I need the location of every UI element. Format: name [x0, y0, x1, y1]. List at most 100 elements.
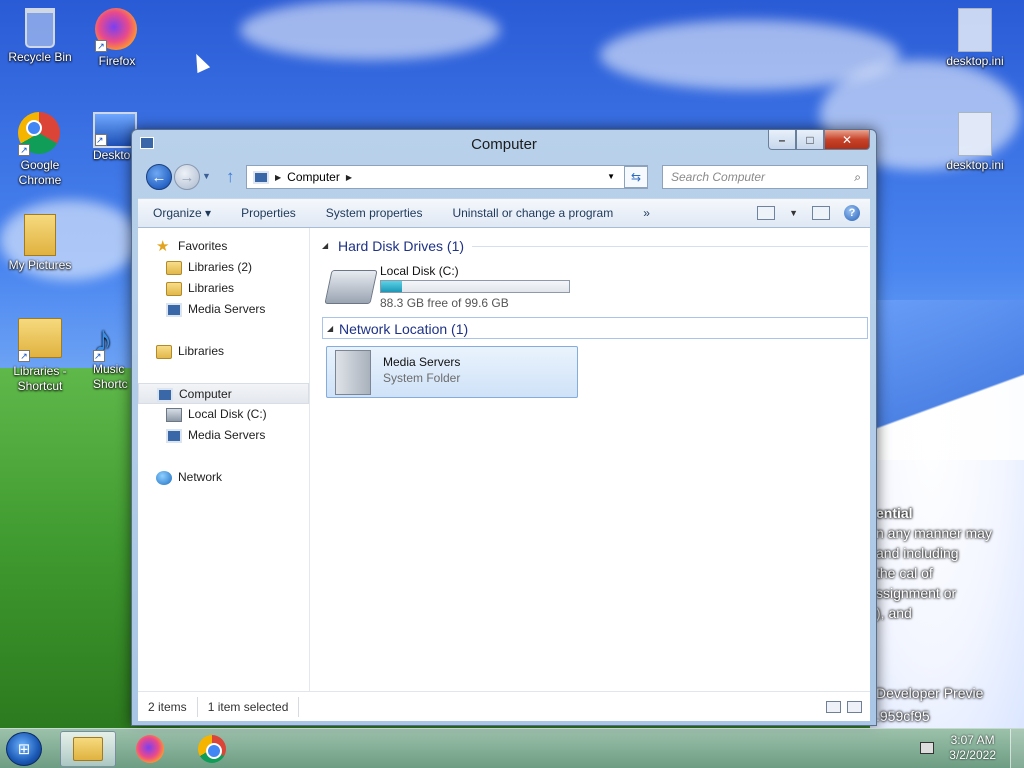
drive-name: Local Disk (C:)	[380, 264, 459, 278]
nav-favorites[interactable]: ★ Favorites	[138, 236, 309, 257]
nav-label: Libraries (2)	[188, 260, 253, 274]
window-body: ★ Favorites Libraries (2) Libraries Medi…	[138, 228, 870, 721]
search-input[interactable]: Search Computer ⌕	[662, 165, 868, 189]
group-network-location[interactable]: ◢ Network Location (1)	[322, 317, 868, 339]
file-list[interactable]: ◢ Hard Disk Drives (1) Local Disk (C:) 8…	[312, 228, 870, 691]
breadcrumb-chevron-icon[interactable]: ▶	[275, 173, 281, 182]
taskbar-chrome-button[interactable]	[184, 731, 240, 767]
search-icon[interactable]: ⌕	[854, 166, 861, 188]
change-view-icon[interactable]	[757, 206, 776, 220]
refresh-icon: ⇆	[630, 170, 642, 184]
nav-label: Libraries	[188, 281, 235, 295]
up-button[interactable]: ↑	[226, 167, 235, 187]
window-title: Computer	[471, 136, 537, 153]
desktop-icon-my-pictures[interactable]: My Pictures	[0, 214, 80, 273]
library-icon	[166, 261, 182, 275]
view-switcher	[826, 700, 870, 713]
breadcrumb-chevron-icon[interactable]: ▶	[346, 173, 352, 182]
toolbar-right: ▼ ?	[757, 205, 870, 221]
large-icons-view-icon[interactable]	[847, 700, 862, 713]
collapse-caret-icon[interactable]: ◢	[327, 318, 333, 340]
local-disk-item[interactable]: Local Disk (C:) 88.3 GB free of 99.6 GB	[324, 264, 578, 310]
back-button[interactable]: ←	[146, 164, 172, 190]
show-desktop-button[interactable]	[1010, 729, 1024, 768]
library-icon	[156, 345, 172, 359]
wallpaper-cloud	[240, 0, 500, 60]
start-button[interactable]: ⊞	[6, 732, 42, 766]
minimize-button[interactable]: –	[768, 130, 796, 150]
item-name: Media Servers	[383, 355, 461, 369]
caption-buttons: – □ ✕	[768, 130, 870, 150]
more-commands-button[interactable]: »	[628, 206, 665, 220]
command-bar: Organize ▾ Properties System properties …	[138, 198, 870, 228]
chrome-icon: ↗	[18, 112, 62, 156]
preview-pane-icon[interactable]	[812, 206, 830, 220]
desktop-icon-libraries-shortcut[interactable]: ↗ Libraries - Shortcut	[0, 318, 80, 394]
address-dropdown-icon[interactable]: ▼	[607, 172, 615, 181]
media-server-icon	[335, 350, 371, 395]
collapse-caret-icon[interactable]: ◢	[322, 235, 328, 257]
clock-time: 3:07 AM	[950, 733, 995, 747]
system-tray: 3:07 AM 3/2/2022	[914, 729, 1024, 768]
nav-network[interactable]: Network	[138, 467, 309, 488]
title-bar[interactable]: Computer – □ ✕	[132, 130, 876, 160]
status-item-count: 2 items	[138, 696, 198, 717]
network-status-icon[interactable]	[920, 742, 934, 754]
nav-fav-media-servers[interactable]: Media Servers	[138, 299, 309, 320]
settings-file-icon	[958, 8, 992, 52]
media-servers-item[interactable]: Media Servers System Folder	[326, 346, 578, 398]
wallpaper-text: ), and	[876, 605, 912, 621]
search-placeholder: Search Computer	[671, 170, 766, 184]
nav-media-servers[interactable]: Media Servers	[138, 425, 309, 446]
nav-label: Libraries	[178, 344, 225, 358]
view-dropdown-icon[interactable]: ▼	[789, 208, 798, 218]
mouse-cursor-icon	[189, 50, 211, 74]
address-bar[interactable]: ▶ Computer ▶ ▼	[246, 165, 648, 189]
nav-computer[interactable]: Computer	[138, 383, 309, 404]
nav-label: Computer	[179, 387, 232, 401]
close-button[interactable]: ✕	[824, 130, 870, 150]
nav-label: Media Servers	[188, 428, 266, 442]
back-arrow-icon: ←	[151, 168, 167, 186]
desktop-icon-desktop-ini[interactable]: desktop.ini	[935, 112, 1015, 173]
settings-file-icon	[958, 112, 992, 156]
navigation-pane[interactable]: ★ Favorites Libraries (2) Libraries Medi…	[138, 228, 310, 691]
status-bar: 2 items 1 item selected	[138, 691, 870, 721]
clock[interactable]: 3:07 AM 3/2/2022	[949, 733, 996, 763]
group-hard-disk-drives[interactable]: ◢ Hard Disk Drives (1)	[322, 235, 868, 257]
properties-button[interactable]: Properties	[226, 206, 311, 220]
folder-icon	[24, 214, 56, 256]
nav-fav-libraries-2[interactable]: Libraries (2)	[138, 257, 309, 278]
group-title: Network Location (1)	[339, 321, 469, 337]
taskbar-firefox-button[interactable]	[122, 731, 178, 767]
chrome-icon	[198, 735, 226, 763]
desktop-icon-label: Google Chrome	[18, 158, 62, 187]
wallpaper-character-hair	[870, 300, 1024, 460]
nav-libraries[interactable]: Libraries	[138, 341, 309, 362]
maximize-button[interactable]: □	[796, 130, 824, 150]
status-selected-count: 1 item selected	[198, 696, 300, 717]
desktop-icon-label: desktop.ini	[946, 158, 1004, 172]
nav-local-disk[interactable]: Local Disk (C:)	[138, 404, 309, 425]
refresh-button[interactable]: ⇆	[624, 166, 648, 188]
desktop-icon-google-chrome[interactable]: ↗ Google Chrome	[0, 112, 80, 188]
breadcrumb-computer[interactable]: Computer	[287, 170, 340, 184]
desktop-icon-label: My Pictures	[8, 258, 72, 272]
uninstall-program-button[interactable]: Uninstall or change a program	[437, 206, 628, 220]
desktop-icon-firefox[interactable]: ↗ Firefox	[77, 8, 157, 69]
computer-icon	[157, 388, 173, 402]
taskbar-explorer-button[interactable]	[60, 731, 116, 767]
drive-usage-fill	[381, 281, 403, 292]
help-icon[interactable]: ?	[844, 205, 860, 221]
details-view-icon[interactable]	[826, 700, 841, 713]
recent-pages-dropdown[interactable]: ▼	[202, 171, 211, 181]
system-properties-button[interactable]: System properties	[311, 206, 438, 220]
organize-button[interactable]: Organize ▾	[138, 206, 226, 220]
desktop-icon-recycle-bin[interactable]: Recycle Bin	[0, 8, 80, 65]
nav-label: Local Disk (C:)	[188, 407, 267, 421]
forward-button[interactable]: →	[174, 164, 200, 190]
desktop-icon-label: Libraries - Shortcut	[13, 364, 67, 393]
nav-fav-libraries[interactable]: Libraries	[138, 278, 309, 299]
desktop-icon-desktop-ini[interactable]: desktop.ini	[935, 8, 1015, 69]
explorer-window[interactable]: Computer – □ ✕ ← → ▼ ↑ ▶ Computer ▶ ▼ ⇆ …	[131, 129, 877, 726]
